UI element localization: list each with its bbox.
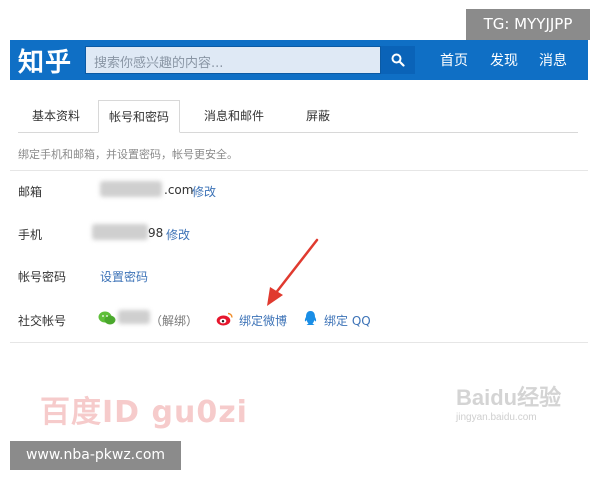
top-navigation-bar: 知乎 搜索你感兴趣的内容... 首页 发现 消息 <box>10 40 588 80</box>
redacted-phone <box>92 224 148 240</box>
bind-weibo-link[interactable]: 绑定微博 <box>239 312 287 329</box>
tab-account-password[interactable]: 帐号和密码 <box>98 100 181 133</box>
qq-icon <box>304 311 317 325</box>
weibo-icon <box>216 312 233 326</box>
nav-home-link[interactable]: 首页 <box>440 50 468 70</box>
nav-discover-link[interactable]: 发现 <box>490 50 518 70</box>
tab-basic-info[interactable]: 基本资料 <box>32 100 80 131</box>
site-overlay-label: www.nba-pkwz.com <box>10 441 181 470</box>
divider <box>10 170 588 171</box>
password-label: 帐号密码 <box>18 270 67 284</box>
edit-email-link[interactable]: 修改 <box>192 183 216 200</box>
set-password-link[interactable]: 设置密码 <box>100 268 148 285</box>
tab-messages-email[interactable]: 消息和邮件 <box>204 100 264 131</box>
search-input[interactable]: 搜索你感兴趣的内容... <box>85 46 381 74</box>
baidu-jingyan-url: jingyan.baidu.com <box>456 412 537 423</box>
red-arrow-annotation <box>267 238 319 306</box>
tg-overlay-label: TG: MYYJJPP <box>466 9 590 40</box>
nav-messages-link[interactable]: 消息 <box>539 50 567 70</box>
divider <box>10 342 588 343</box>
search-icon <box>391 53 405 67</box>
redacted-wechat-name <box>118 310 150 324</box>
bind-qq-link[interactable]: 绑定 QQ <box>324 312 371 329</box>
edit-phone-link[interactable]: 修改 <box>166 226 190 243</box>
social-accounts-label: 社交帐号 <box>18 314 67 328</box>
baidu-id-watermark: 百度ID gu0zi <box>40 395 248 430</box>
wechat-icon <box>98 311 116 325</box>
email-domain: .com <box>164 183 194 197</box>
zhihu-logo[interactable]: 知乎 <box>18 42 72 79</box>
redacted-email <box>100 181 162 197</box>
settings-tabs: 基本资料 帐号和密码 消息和邮件 屏蔽 <box>18 100 578 133</box>
phone-suffix: 98 <box>148 226 164 240</box>
email-label: 邮箱 <box>18 185 43 199</box>
baidu-jingyan-watermark: Baidu经验 <box>456 385 562 410</box>
search-button[interactable] <box>381 46 415 74</box>
phone-label: 手机 <box>18 228 43 242</box>
security-hint: 绑定手机和邮箱，并设置密码，帐号更安全。 <box>18 148 238 161</box>
unbind-wechat-link[interactable]: （解绑） <box>150 312 198 329</box>
tab-block[interactable]: 屏蔽 <box>306 100 330 131</box>
